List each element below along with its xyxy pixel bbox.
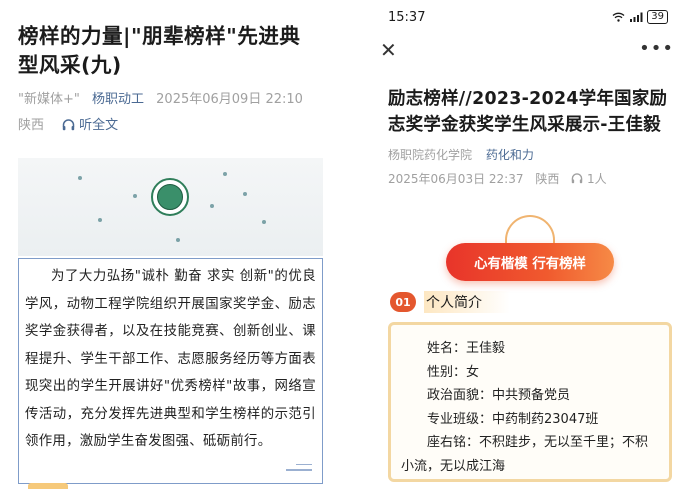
profile-class: 专业班级：中药制药23047班 xyxy=(427,411,599,427)
school-emblem-icon xyxy=(151,178,189,216)
profile-political: 政治面貌：中共预备党员 xyxy=(427,388,571,403)
status-icons: 39 xyxy=(612,10,668,24)
profile-name: 姓名：王佳毅 xyxy=(427,341,506,356)
wifi-icon xyxy=(612,12,625,22)
decor-bar xyxy=(28,483,68,489)
region-label: 陕西 xyxy=(535,172,560,186)
profile-motto: 座右铭：不积跬步，无以至千里；不积小流，无以成江海 xyxy=(401,435,649,474)
decor-line xyxy=(296,464,312,465)
headphone-icon xyxy=(62,119,75,131)
decor-line xyxy=(286,469,312,471)
publish-date: 2025年06月03日 22:37 xyxy=(388,172,524,186)
slogan-banner: 心有楷模 行有榜样 xyxy=(446,243,614,281)
listeners-label: 1人 xyxy=(586,172,607,186)
account-name-link[interactable]: 药化和力 xyxy=(486,148,534,162)
publish-date: 2025年06月09日 22:10 xyxy=(156,92,303,107)
article-meta: 杨职院药化学院 药化和力 xyxy=(388,146,534,163)
article-meta-2: 2025年06月03日 22:37 陕西 1人 xyxy=(388,170,623,187)
article-banner-image xyxy=(18,158,323,256)
section-label: 个人简介 xyxy=(424,291,510,313)
listeners-count: 1人 xyxy=(571,172,614,186)
article-meta-2: 陕西 听全文 xyxy=(18,114,118,133)
article-source: "新媒体+" xyxy=(18,92,80,107)
left-article-panel: 榜样的力量|"朋辈榜样"先进典型风采(九) "新媒体+" 杨职动工 2025年0… xyxy=(0,0,340,489)
listen-button[interactable]: 听全文 xyxy=(62,118,118,133)
article-source: 杨职院药化学院 xyxy=(388,148,473,162)
right-article-panel: 15:37 39 ✕ ••• 励志榜样//2023-2024学年国家励志奖学金获… xyxy=(372,0,688,489)
article-body-text: 为了大力弘扬"诚朴 勤奋 求实 创新"的优良学风，动物工程学院组织开展国家奖学金… xyxy=(25,269,316,449)
article-meta: "新媒体+" 杨职动工 2025年06月09日 22:10 xyxy=(18,88,303,107)
close-icon[interactable]: ✕ xyxy=(380,38,397,62)
signal-icon xyxy=(630,12,643,22)
article-title: 励志榜样//2023-2024学年国家励志奖学金获奖学生风采展示-王佳毅 xyxy=(388,89,668,135)
article-title: 榜样的力量|"朋辈榜样"先进典型风采(九) xyxy=(18,24,301,77)
profile-gender: 性别：女 xyxy=(427,364,480,380)
sun-decoration xyxy=(505,215,555,245)
article-body-box: 为了大力弘扬"诚朴 勤奋 求实 创新"的优良学风，动物工程学院组织开展国家奖学金… xyxy=(18,258,323,484)
listen-label: 听全文 xyxy=(79,118,119,133)
headphone-icon xyxy=(571,173,583,184)
region-label: 陕西 xyxy=(18,118,45,133)
section-heading: 01 个人简介 xyxy=(390,291,510,313)
battery-icon: 39 xyxy=(647,10,668,24)
more-icon[interactable]: ••• xyxy=(639,38,674,59)
account-name-link[interactable]: 杨职动工 xyxy=(92,92,144,107)
status-time: 15:37 xyxy=(388,10,426,25)
section-number-badge: 01 xyxy=(390,292,416,312)
profile-card: 姓名：王佳毅 性别：女 政治面貌：中共预备党员 专业班级：中药制药23047班 … xyxy=(388,322,672,482)
